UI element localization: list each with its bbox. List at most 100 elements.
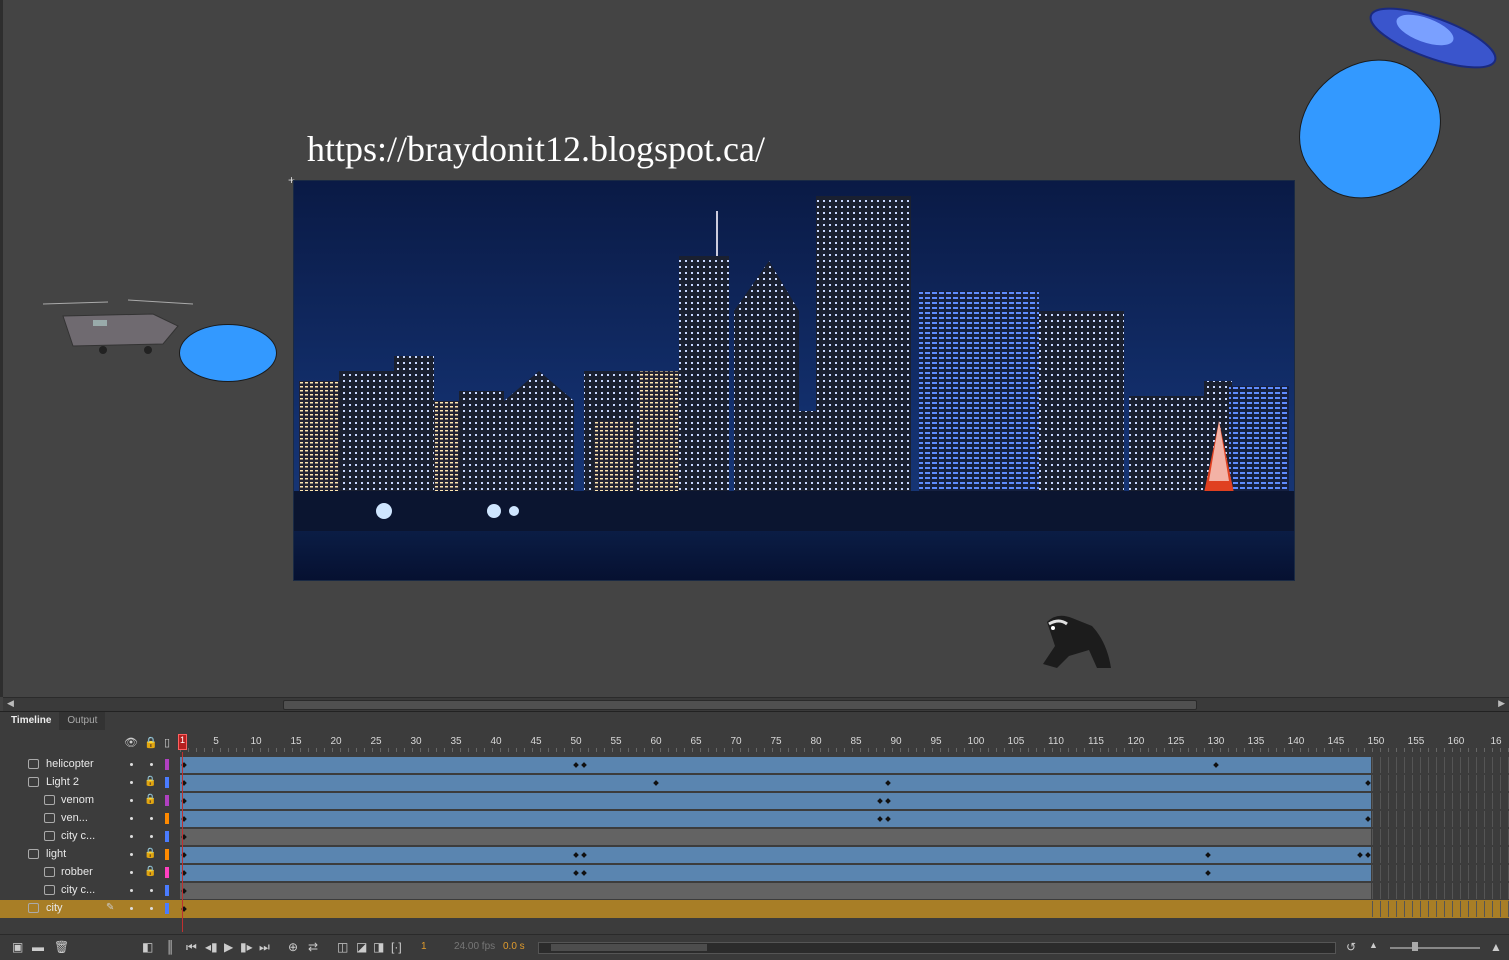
layer-color-swatch[interactable] — [165, 903, 169, 914]
keyframe[interactable] — [885, 798, 891, 804]
keyframe[interactable] — [877, 816, 883, 822]
url-text[interactable]: https://braydonit12.blogspot.ca/ — [307, 128, 765, 170]
center-playhead-icon[interactable]: ⊕ — [288, 940, 298, 954]
keyframe[interactable] — [885, 816, 891, 822]
lock-icon[interactable]: 🔒 — [144, 776, 156, 787]
fit-frames-icon[interactable]: ↺ — [1346, 940, 1356, 954]
layer-row[interactable]: Light 2 🔒 — [0, 774, 1509, 792]
visibility-toggle[interactable] — [130, 889, 133, 892]
lock-toggle[interactable] — [150, 889, 153, 892]
loop-icon[interactable]: ⇄ — [308, 940, 318, 954]
visibility-toggle[interactable] — [130, 799, 133, 802]
frame-span[interactable] — [180, 811, 1371, 827]
keyframe[interactable] — [653, 780, 659, 786]
new-folder-icon[interactable]: ▬ — [32, 940, 44, 954]
keyframe[interactable] — [573, 852, 579, 858]
go-to-last-frame-icon[interactable]: ⏭ — [259, 940, 270, 955]
frame-span[interactable] — [180, 847, 1371, 863]
layer-row[interactable]: ven... — [0, 810, 1509, 828]
layer-color-swatch[interactable] — [165, 831, 169, 842]
layer-color-swatch[interactable] — [165, 885, 169, 896]
keyframe[interactable] — [581, 762, 587, 768]
zoom-slider-track[interactable] — [1390, 947, 1480, 949]
zoom-slider-knob[interactable] — [1412, 942, 1418, 951]
keyframe[interactable] — [573, 870, 579, 876]
frame-span[interactable] — [180, 865, 1371, 881]
layer-color-swatch[interactable] — [165, 759, 169, 770]
frame-span[interactable] — [180, 793, 1371, 809]
onion-skin-icon[interactable]: ◫ — [337, 940, 348, 954]
stage[interactable]: https://braydonit12.blogspot.ca/ + — [0, 0, 1509, 697]
zoom-in-icon[interactable]: ▲ — [1490, 940, 1502, 954]
step-back-icon[interactable]: ◂▮ — [205, 940, 218, 954]
frame-span[interactable] — [180, 829, 1371, 845]
keyframe[interactable] — [573, 762, 579, 768]
lock-toggle[interactable] — [150, 907, 153, 910]
visibility-toggle[interactable] — [130, 835, 133, 838]
lock-icon[interactable]: 🔒 — [144, 794, 156, 805]
empty-frames[interactable] — [1372, 793, 1509, 809]
lock-toggle[interactable] — [150, 763, 153, 766]
lock-icon[interactable]: 🔒 — [144, 848, 156, 859]
go-to-first-frame-icon[interactable]: ⏮ — [186, 940, 197, 955]
edit-multiple-frames-icon[interactable]: ◨ — [373, 940, 384, 954]
frame-span[interactable] — [180, 883, 1371, 899]
current-frame-value[interactable]: 1 — [421, 941, 427, 952]
keyframe[interactable] — [581, 852, 587, 858]
keyframe[interactable] — [1365, 780, 1371, 786]
keyframe[interactable] — [581, 870, 587, 876]
zoom-out-icon[interactable]: ▲ — [1369, 940, 1378, 950]
layer-name[interactable]: light — [46, 848, 66, 860]
layer-row[interactable]: city ✎ — [0, 900, 1509, 918]
lock-toggle[interactable] — [150, 817, 153, 820]
visibility-toggle[interactable] — [130, 781, 133, 784]
layer-name[interactable]: ven... — [61, 812, 88, 824]
timeline-scrollbar-thumb[interactable] — [551, 944, 707, 951]
tab-timeline[interactable]: Timeline — [3, 712, 60, 730]
frame-span[interactable] — [180, 901, 1371, 917]
onion-skin-outlines-icon[interactable]: ◪ — [356, 940, 367, 954]
new-layer-icon[interactable]: ▣ — [12, 940, 23, 954]
empty-frames[interactable] — [1372, 775, 1509, 791]
visibility-toggle[interactable] — [130, 907, 133, 910]
layer-name[interactable]: helicopter — [46, 758, 94, 770]
layer-row[interactable]: helicopter — [0, 756, 1509, 774]
scroll-right-icon[interactable]: ▶ — [1498, 698, 1505, 709]
layer-name[interactable]: city c... — [61, 830, 95, 842]
keyframe[interactable] — [1365, 816, 1371, 822]
empty-frames[interactable] — [1372, 757, 1509, 773]
empty-frames[interactable] — [1372, 901, 1509, 917]
layer-color-swatch[interactable] — [165, 795, 169, 806]
keyframe[interactable] — [1205, 852, 1211, 858]
venom-sprite[interactable] — [1037, 612, 1117, 672]
layer-row[interactable]: robber 🔒 — [0, 864, 1509, 882]
frame-ruler[interactable]: 1510152025303540455055606570758085909510… — [180, 734, 1509, 752]
layer-color-swatch[interactable] — [165, 849, 169, 860]
step-forward-icon[interactable]: ▮▸ — [240, 940, 253, 954]
empty-frames[interactable] — [1372, 829, 1509, 845]
empty-frames[interactable] — [1372, 847, 1509, 863]
play-icon[interactable]: ▶ — [224, 940, 233, 954]
layer-color-swatch[interactable] — [165, 867, 169, 878]
layer-color-swatch[interactable] — [165, 777, 169, 788]
layer-name[interactable]: Light 2 — [46, 776, 79, 788]
frame-span[interactable] — [180, 757, 1371, 773]
scrollbar-thumb[interactable] — [283, 700, 1197, 710]
layer-color-swatch[interactable] — [165, 813, 169, 824]
scroll-left-icon[interactable]: ◀ — [7, 698, 14, 709]
layer-row[interactable]: venom 🔒 — [0, 792, 1509, 810]
frame-span[interactable] — [180, 775, 1371, 791]
keyframe[interactable] — [1205, 870, 1211, 876]
helicopter-sprite[interactable] — [33, 296, 194, 360]
lock-toggle[interactable] — [150, 835, 153, 838]
keyframe[interactable] — [877, 798, 883, 804]
keyframe[interactable] — [1365, 852, 1371, 858]
timeline-scrollbar[interactable] — [538, 942, 1336, 954]
lock-all-layers-icon[interactable]: 🔒 — [144, 736, 158, 749]
outline-all-layers-icon[interactable]: ▯ — [164, 736, 170, 749]
layer-name[interactable]: venom — [61, 794, 94, 806]
lock-icon[interactable]: 🔒 — [144, 866, 156, 877]
stage-horizontal-scrollbar[interactable]: ◀ ▶ — [3, 697, 1509, 711]
frame-rate-value[interactable]: 24.00 fps — [454, 941, 495, 952]
modify-markers-icon[interactable]: [·] — [391, 940, 402, 954]
